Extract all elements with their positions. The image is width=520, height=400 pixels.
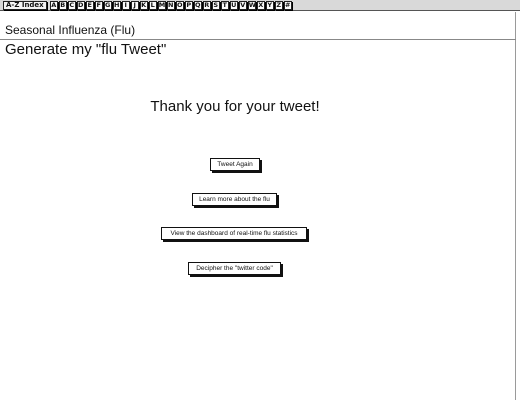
az-letter-v[interactable]: V — [238, 0, 247, 10]
decipher-twitter-code-button[interactable]: Decipher the "twitter code" — [188, 262, 281, 275]
az-letter-j[interactable]: J — [130, 0, 139, 10]
learn-more-button[interactable]: Learn more about the flu — [192, 193, 277, 206]
az-letter-m[interactable]: M — [157, 0, 166, 10]
az-letter-l[interactable]: L — [148, 0, 157, 10]
az-letter-f[interactable]: F — [94, 0, 103, 10]
right-divider — [515, 12, 516, 400]
az-letter-r[interactable]: R — [202, 0, 211, 10]
az-letter-hash[interactable]: # — [283, 0, 292, 10]
az-letter-u[interactable]: U — [229, 0, 238, 10]
az-letter-z[interactable]: Z — [274, 0, 283, 10]
tweet-again-button[interactable]: Tweet Again — [210, 158, 260, 171]
az-letter-y[interactable]: Y — [265, 0, 274, 10]
az-letter-t[interactable]: T — [220, 0, 229, 10]
az-letter-g[interactable]: G — [103, 0, 112, 10]
az-letter-i[interactable]: I — [121, 0, 130, 10]
az-index-label[interactable]: A-Z Index — [3, 0, 47, 10]
az-letter-a[interactable]: A — [49, 0, 58, 10]
az-letter-p[interactable]: P — [184, 0, 193, 10]
az-letter-s[interactable]: S — [211, 0, 220, 10]
page: A-Z Index A B C D E F G H I J K L M N O P Q R S T U V W X Y Z # Se… — [0, 0, 520, 400]
az-letter-q[interactable]: Q — [193, 0, 202, 10]
az-letter-c[interactable]: C — [67, 0, 76, 10]
title-divider — [0, 39, 516, 40]
az-letter-h[interactable]: H — [112, 0, 121, 10]
dashboard-button[interactable]: View the dashboard of real-time flu stat… — [161, 227, 307, 240]
az-letter-x[interactable]: X — [256, 0, 265, 10]
az-letter-n[interactable]: N — [166, 0, 175, 10]
az-index-letters: A B C D E F G H I J K L M N O P Q R S T U V W X Y Z # — [49, 0, 292, 10]
az-index-bar: A-Z Index A B C D E F G H I J K L M N O P Q R S T U V W X Y Z # — [0, 0, 520, 11]
az-letter-w[interactable]: W — [247, 0, 256, 10]
az-letter-e[interactable]: E — [85, 0, 94, 10]
az-letter-o[interactable]: O — [175, 0, 184, 10]
thank-you-message: Thank you for your tweet! — [150, 98, 320, 115]
az-letter-d[interactable]: D — [76, 0, 85, 10]
site-title[interactable]: Seasonal Influenza (Flu) — [5, 23, 135, 37]
az-letter-k[interactable]: K — [139, 0, 148, 10]
page-title: Generate my "flu Tweet" — [5, 41, 167, 58]
az-letter-b[interactable]: B — [58, 0, 67, 10]
